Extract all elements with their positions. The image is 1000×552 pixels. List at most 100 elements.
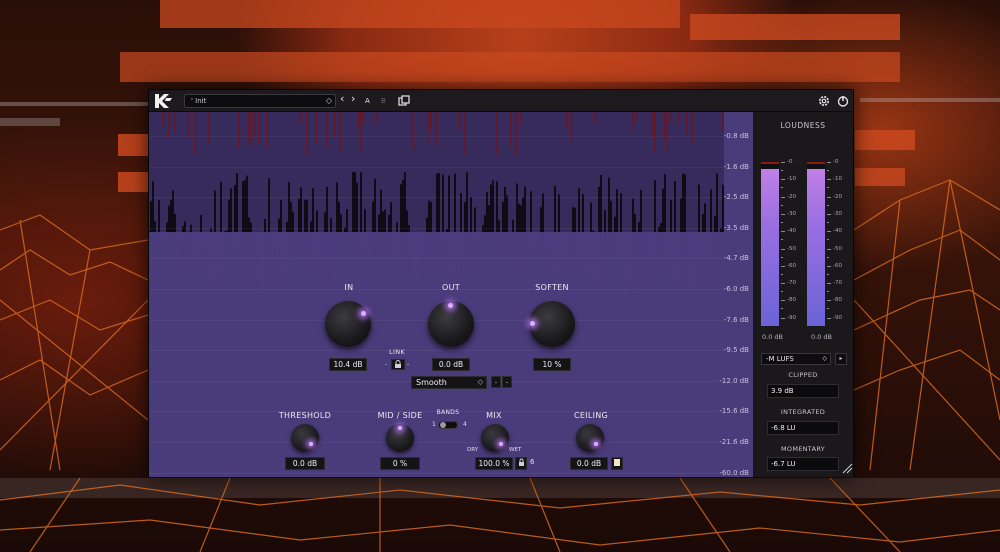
soften-knob[interactable]: [529, 301, 575, 347]
loudness-scale-minor-tick: [781, 204, 783, 206]
mix-dry-label: DRY: [467, 447, 479, 453]
in-value[interactable]: 10.4 dB: [329, 358, 367, 371]
ceiling-value[interactable]: 0.0 dB: [570, 457, 608, 470]
loudness-scale-minor-tick: [827, 291, 829, 293]
ab-a-button[interactable]: A: [365, 95, 370, 107]
loudness-scale-minor-tick: [827, 170, 829, 171]
prev-preset-button[interactable]: ‹: [340, 93, 344, 105]
db-gridline: [149, 258, 724, 260]
in-knob[interactable]: [325, 301, 371, 347]
loudness-scale-minor-tick: [827, 256, 829, 258]
resize-grip-icon[interactable]: [841, 462, 853, 474]
db-scale-label: -6.0 dB: [723, 285, 749, 293]
momentary-value: -6.7 LU: [767, 457, 839, 471]
loudness-title: LOUDNESS: [780, 121, 826, 130]
loudness-scale-minor-tick: [781, 308, 783, 310]
loudness-meter-left-fill: [761, 168, 779, 326]
bands-min: 1: [432, 421, 436, 428]
loudness-scale-tick: [827, 231, 831, 233]
loudness-scale-tick: [781, 196, 785, 198]
threshold-label: THRESHOLD: [278, 411, 332, 420]
mid-side-value[interactable]: 0 %: [380, 457, 420, 470]
db-gridline: [149, 350, 724, 352]
bands-max: 4: [463, 421, 467, 428]
out-knob[interactable]: [428, 301, 474, 347]
db-gridline: [149, 136, 724, 137]
loudness-scale-minor-tick: [781, 221, 783, 223]
out-value[interactable]: 0.0 dB: [432, 358, 470, 371]
loudness-scale-tick: [781, 300, 785, 302]
mix-lock-icon: [518, 458, 524, 466]
settings-gear-icon[interactable]: [817, 94, 831, 108]
link-label: LINK: [389, 348, 405, 356]
db-scale-label: -9.5 dB: [723, 346, 749, 355]
loudness-scale-tick: [827, 162, 831, 163]
lufs-mode-dropdown[interactable]: -M LUFS ◇: [761, 353, 831, 365]
loudness-scale-label: -60: [833, 262, 842, 269]
loudness-scale-label: -40: [833, 228, 842, 235]
preset-marker: ': [191, 97, 193, 105]
loudness-scale-minor-tick: [781, 256, 783, 258]
ab-b-button[interactable]: B: [381, 95, 386, 107]
db-scale-label: -4.7 dB: [723, 254, 749, 263]
mix-knob-indicator: [499, 442, 503, 446]
mix-lock-count: 6: [530, 458, 535, 466]
loudness-scale-label: -70: [787, 280, 796, 287]
mix-lock-button[interactable]: [515, 457, 527, 470]
mix-knob[interactable]: [481, 424, 509, 452]
mix-wet-label: WET: [509, 447, 522, 453]
loudness-scale-label: -50: [833, 245, 842, 252]
limiter-plugin-window: ' Init ◇ ‹ › A B -0.8 dB -1.6 dB -2.5 dB -3…: [148, 89, 854, 477]
in-knob-indicator: [361, 311, 366, 316]
db-scale-label: -15.6 dB: [719, 407, 749, 416]
in-label: IN: [344, 283, 354, 292]
mode-dropdown[interactable]: Smooth ◇: [411, 376, 487, 389]
link-minus: -: [385, 361, 388, 368]
threshold-knob-indicator: [309, 442, 313, 446]
soften-label: SOFTEN: [535, 283, 569, 292]
mode-dropdown-icon: ◇: [477, 378, 483, 386]
loudness-scale-label: -40: [787, 228, 796, 235]
mode-prev-button[interactable]: -: [491, 376, 501, 388]
loudness-scale-minor-tick: [827, 204, 829, 206]
loudness-scale-tick: [827, 265, 831, 267]
soften-value[interactable]: 10 %: [533, 358, 571, 371]
lufs-play-button[interactable]: ▸: [835, 353, 847, 365]
ceiling-link-button[interactable]: [611, 457, 623, 470]
loudness-scale-label: -80: [787, 297, 796, 304]
loudness-scale-label: -10: [833, 176, 842, 183]
threshold-knob[interactable]: [291, 424, 319, 452]
loudness-scale-label: -20: [833, 193, 842, 200]
loudness-panel: LOUDNESS -0 -10 -20 -30 -40 -50 -60 -70 -80 -90 -…: [753, 112, 853, 477]
lufs-dropdown-icon: ◇: [822, 355, 827, 362]
db-gridline: [149, 197, 724, 199]
link-plus: -: [407, 361, 410, 368]
mix-value[interactable]: 100.0 %: [475, 457, 513, 470]
copy-icon[interactable]: [397, 94, 411, 108]
db-scale-label: -12.0 dB: [719, 376, 749, 385]
db-gridline: [149, 227, 724, 229]
bands-switch[interactable]: [438, 421, 458, 429]
threshold-value[interactable]: 0.0 dB: [285, 457, 325, 470]
brand-logo: [155, 94, 172, 108]
db-scale-label: -7.6 dB: [723, 315, 749, 324]
db-scale-label: -0.8 dB: [723, 132, 749, 140]
bands-switch-knob: [440, 422, 446, 428]
loudness-scale-tick: [827, 317, 831, 319]
next-preset-button[interactable]: ›: [351, 93, 355, 105]
power-bypass-icon[interactable]: [836, 94, 850, 108]
mode-next-button[interactable]: -: [502, 376, 512, 388]
preset-selector[interactable]: ' Init ◇: [184, 94, 336, 108]
loudness-scale-tick: [827, 213, 831, 215]
loudness-scale-label: -50: [787, 245, 796, 252]
db-gridline: [149, 166, 724, 168]
loudness-scale-label: -90: [787, 314, 796, 321]
loudness-scale-tick: [781, 231, 785, 233]
loudness-scale-minor-tick: [827, 308, 829, 310]
loudness-scale-minor-tick: [781, 291, 783, 293]
mid-side-knob[interactable]: [386, 424, 414, 452]
link-toggle[interactable]: [391, 359, 405, 370]
plugin-toolbar: ' Init ◇ ‹ › A B: [149, 90, 853, 112]
ceiling-knob[interactable]: [576, 424, 604, 452]
integrated-label: INTEGRATED: [780, 408, 826, 416]
